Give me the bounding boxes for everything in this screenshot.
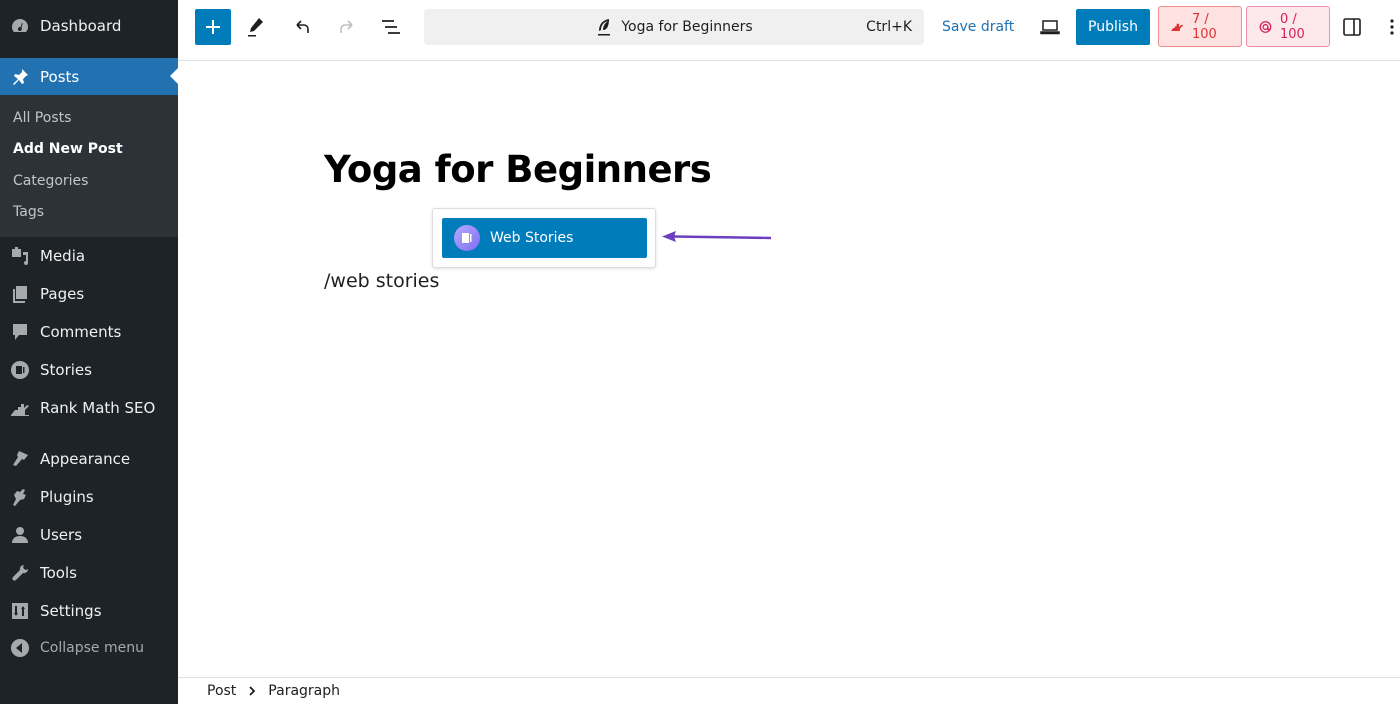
collapse-menu-button[interactable]: Collapse menu (0, 630, 178, 666)
more-vertical-icon (1390, 19, 1394, 35)
paintbrush-icon (10, 449, 30, 469)
seo-score-button[interactable]: 7 / 100 (1158, 6, 1242, 47)
autocomplete-option-web-stories[interactable]: Web Stories (442, 218, 647, 258)
dashboard-icon (10, 16, 30, 36)
options-button[interactable] (1384, 15, 1400, 39)
block-inserter-button[interactable] (195, 9, 231, 45)
editor-toolbar: Yoga for Beginners Ctrl+K Save draft Pub… (178, 0, 1400, 61)
plus-icon (206, 20, 220, 34)
web-stories-icon (454, 225, 480, 251)
rank-math-icon (1171, 23, 1184, 31)
posts-submenu: All Posts Add New Post Categories Tags (0, 95, 178, 237)
post-title[interactable]: Yoga for Beginners (324, 148, 712, 191)
content-ai-score-button[interactable]: 0 / 100 (1246, 6, 1330, 47)
annotation-arrow (662, 231, 772, 242)
tools-button[interactable] (244, 15, 268, 39)
undo-icon (296, 20, 309, 33)
feather-icon (598, 19, 611, 36)
chevron-right-icon (249, 686, 256, 696)
rank-math-icon (10, 398, 30, 418)
sidebar-item-dashboard[interactable]: Dashboard (0, 8, 178, 44)
command-palette-bar[interactable]: Yoga for Beginners Ctrl+K (424, 9, 924, 45)
sidebar-item-label: Media (40, 247, 86, 265)
sidebar-item-label: Settings (40, 602, 102, 620)
pencil-icon (248, 18, 263, 37)
submenu-categories[interactable]: Categories (13, 173, 88, 189)
document-overview-button[interactable] (379, 15, 403, 39)
submenu-add-new-post[interactable]: Add New Post (13, 141, 123, 157)
keyboard-shortcut: Ctrl+K (866, 19, 912, 35)
submenu-tags[interactable]: Tags (13, 204, 44, 220)
plug-icon (10, 487, 30, 507)
sidebar-item-label: Comments (40, 323, 122, 341)
document-title: Yoga for Beginners (621, 19, 753, 35)
sidebar-item-plugins[interactable]: Plugins (0, 479, 178, 515)
sidebar-item-label: Posts (40, 67, 80, 86)
breadcrumb-paragraph[interactable]: Paragraph (268, 683, 340, 699)
stories-icon (10, 360, 30, 380)
sidebar-item-comments[interactable]: Comments (0, 314, 178, 350)
collapse-icon (10, 638, 30, 658)
redo-button[interactable] (335, 15, 359, 39)
comment-icon (10, 322, 30, 342)
paragraph-block[interactable]: /web stories (324, 270, 439, 292)
list-view-icon (382, 20, 400, 34)
publish-button[interactable]: Publish (1076, 9, 1150, 45)
sidebar-item-label: Pages (40, 285, 85, 303)
sidebar-item-pages[interactable]: Pages (0, 276, 178, 312)
wrench-icon (10, 563, 30, 583)
sidebar-item-appearance[interactable]: Appearance (0, 441, 178, 477)
autocomplete-option-label: Web Stories (490, 230, 574, 246)
sidebar-item-label: Appearance (40, 450, 131, 468)
sidebar-item-label: Rank Math SEO (40, 399, 156, 417)
breadcrumb-post[interactable]: Post (207, 683, 236, 699)
user-icon (10, 525, 30, 545)
save-draft-button[interactable]: Save draft (942, 9, 1014, 45)
desktop-icon (1040, 20, 1060, 35)
block-breadcrumb: Post Paragraph (178, 677, 1400, 704)
pin-icon (10, 67, 30, 87)
content-ai-icon (1259, 20, 1272, 33)
settings-panel-button[interactable] (1340, 15, 1364, 39)
sidebar-item-settings[interactable]: Settings (0, 593, 178, 629)
sidebar-item-posts[interactable]: Posts (0, 58, 178, 95)
sidebar-item-label: Plugins (40, 488, 94, 506)
preview-button[interactable] (1038, 15, 1062, 39)
redo-icon (340, 20, 353, 33)
block-autocomplete-popover: Web Stories (432, 208, 656, 268)
sidebar-item-label: Dashboard (40, 17, 122, 35)
sidebar-item-rank-math[interactable]: Rank Math SEO (0, 390, 178, 426)
sidebar-item-media[interactable]: Media (0, 238, 178, 274)
seo-score: 7 / 100 (1191, 11, 1217, 42)
sidebar-item-stories[interactable]: Stories (0, 352, 178, 388)
settings-icon (10, 601, 30, 621)
pages-icon (10, 284, 30, 304)
media-icon (10, 246, 30, 266)
content-score: 0 / 100 (1279, 11, 1305, 42)
sidebar-item-users[interactable]: Users (0, 517, 178, 553)
editor-canvas: Yoga for Beginners Web Stories /web stor… (178, 62, 1400, 677)
sidebar-toggle-icon (1343, 18, 1361, 36)
admin-sidebar: Dashboard Posts All Posts Add New Post C… (0, 0, 178, 704)
sidebar-item-label: Collapse menu (40, 640, 144, 656)
undo-button[interactable] (290, 15, 314, 39)
submenu-all-posts[interactable]: All Posts (13, 110, 71, 126)
sidebar-item-label: Users (40, 526, 83, 544)
sidebar-item-tools[interactable]: Tools (0, 555, 178, 591)
sidebar-item-label: Stories (40, 361, 92, 379)
sidebar-item-label: Tools (40, 564, 77, 582)
